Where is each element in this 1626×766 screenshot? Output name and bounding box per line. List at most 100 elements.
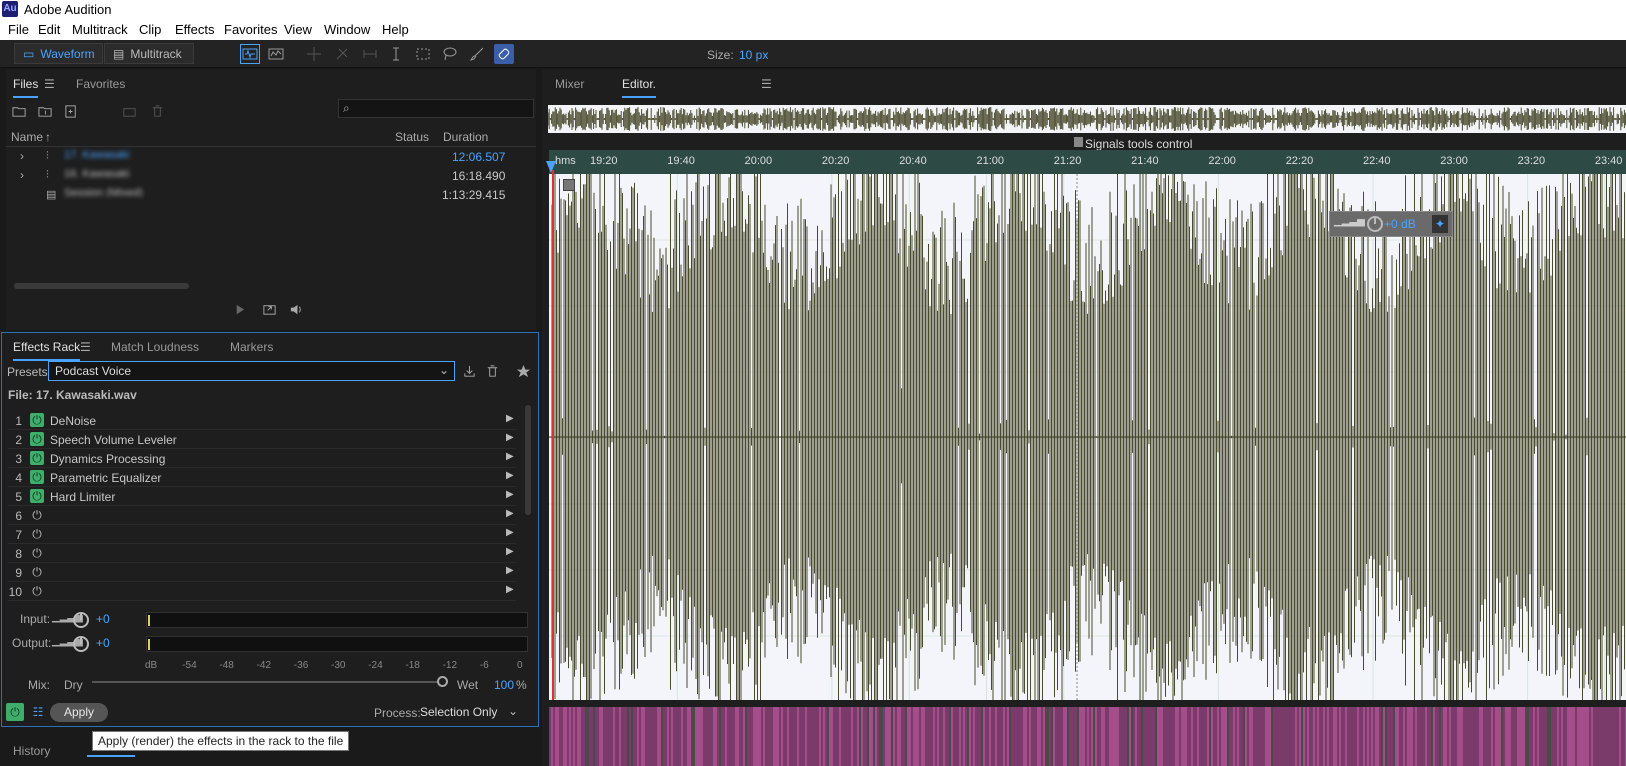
menu-view[interactable]: View bbox=[284, 22, 312, 37]
slot-power-icon[interactable]: ⏻ bbox=[30, 508, 44, 522]
slot-power-icon[interactable]: ⏻ bbox=[30, 413, 44, 427]
overview-waveform[interactable] bbox=[548, 105, 1626, 133]
slot-menu-arrow-icon[interactable]: ▶ bbox=[506, 546, 514, 557]
slot-menu-arrow-icon[interactable]: ▶ bbox=[506, 413, 514, 424]
presets-dropdown[interactable]: Podcast Voice ⌄ bbox=[48, 361, 455, 381]
output-gain-knob[interactable] bbox=[73, 636, 89, 652]
move-tool-icon[interactable] bbox=[304, 44, 324, 64]
column-duration[interactable]: Duration bbox=[443, 130, 488, 144]
menu-help[interactable]: Help bbox=[382, 22, 409, 37]
effect-slot[interactable]: 5 ⏻ Hard Limiter ▶ bbox=[8, 487, 516, 506]
files-menu-icon[interactable]: ☰ bbox=[44, 77, 55, 91]
column-status[interactable]: Status bbox=[395, 130, 429, 144]
file-row[interactable]: ▤ Session (Mixed) 1:13:29.415 bbox=[12, 185, 537, 204]
slot-menu-arrow-icon[interactable]: ▶ bbox=[506, 489, 514, 500]
slot-menu-arrow-icon[interactable]: ▶ bbox=[506, 565, 514, 576]
slot-power-icon[interactable]: ⏻ bbox=[30, 489, 44, 503]
signals-marker-icon[interactable] bbox=[1074, 137, 1083, 147]
tab-files[interactable]: Files bbox=[13, 77, 39, 98]
menu-favorites[interactable]: Favorites bbox=[224, 22, 277, 37]
spectral-frequency-display[interactable] bbox=[549, 707, 1626, 766]
spectral-view-icon[interactable] bbox=[266, 44, 286, 64]
slot-power-icon[interactable]: ⏻ bbox=[30, 584, 44, 598]
effect-slot[interactable]: 6 ⏻ ▶ bbox=[8, 506, 516, 525]
effect-slot[interactable]: 1 ⏻ DeNoise ▶ bbox=[8, 411, 516, 430]
autoplay-speaker-icon[interactable] bbox=[287, 300, 305, 318]
slot-power-icon[interactable]: ⏻ bbox=[30, 432, 44, 446]
menu-edit[interactable]: Edit bbox=[38, 22, 60, 37]
file-search-input[interactable]: ⌕ bbox=[338, 99, 534, 118]
waveform-mode-button[interactable]: ▭ Waveform bbox=[14, 43, 103, 64]
open-file-icon[interactable] bbox=[10, 102, 28, 120]
razor-tool-icon[interactable] bbox=[332, 44, 352, 64]
slot-power-icon[interactable]: ⏻ bbox=[30, 565, 44, 579]
output-gain-value[interactable]: +0 bbox=[96, 636, 110, 650]
effect-slot[interactable]: 4 ⏻ Parametric Equalizer ▶ bbox=[8, 468, 516, 487]
slot-menu-arrow-icon[interactable]: ▶ bbox=[506, 451, 514, 462]
apply-button[interactable]: Apply bbox=[50, 703, 108, 722]
slip-tool-icon[interactable] bbox=[360, 44, 380, 64]
effect-slot[interactable]: 7 ⏻ ▶ bbox=[8, 525, 516, 544]
effect-slot[interactable]: 2 ⏻ Speech Volume Leveler ▶ bbox=[8, 430, 516, 449]
tab-markers[interactable]: Markers bbox=[230, 340, 273, 354]
effects-menu-icon[interactable]: ☰ bbox=[80, 340, 91, 354]
wet-value[interactable]: 100 bbox=[494, 678, 514, 692]
effect-slot[interactable]: 9 ⏻ ▶ bbox=[8, 563, 516, 582]
mix-slider-handle[interactable] bbox=[437, 676, 448, 687]
menu-multitrack[interactable]: Multitrack bbox=[72, 22, 128, 37]
column-name[interactable]: Name bbox=[11, 130, 43, 144]
rack-power-icon[interactable]: ⏻ bbox=[6, 703, 24, 721]
menu-file[interactable]: File bbox=[8, 22, 29, 37]
effect-slot[interactable]: 3 ⏻ Dynamics Processing ▶ bbox=[8, 449, 516, 468]
input-gain-knob[interactable] bbox=[73, 612, 89, 628]
save-preset-icon[interactable] bbox=[460, 362, 478, 380]
tab-favorites[interactable]: Favorites bbox=[76, 77, 125, 91]
tab-mixer[interactable]: Mixer bbox=[555, 77, 584, 91]
tab-match-loudness[interactable]: Match Loudness bbox=[111, 340, 199, 354]
expand-icon[interactable]: › bbox=[20, 168, 24, 182]
editor-menu-icon[interactable]: ☰ bbox=[761, 77, 772, 91]
menu-clip[interactable]: Clip bbox=[139, 22, 161, 37]
slot-menu-arrow-icon[interactable]: ▶ bbox=[506, 432, 514, 443]
menu-effects[interactable]: Effects bbox=[175, 22, 215, 37]
tab-effects-rack[interactable]: Effects Rack bbox=[13, 340, 81, 361]
marquee-tool-icon[interactable] bbox=[413, 44, 433, 64]
slot-power-icon[interactable]: ⏻ bbox=[30, 527, 44, 541]
process-dropdown[interactable]: Selection Only ⌄ bbox=[416, 703, 522, 722]
waveform-view-icon[interactable] bbox=[240, 44, 260, 64]
mix-slider[interactable] bbox=[92, 681, 442, 683]
file-row[interactable]: › ⫶ 17. Kawasaki 12:06.507 bbox=[12, 147, 537, 166]
input-gain-value[interactable]: +0 bbox=[96, 612, 110, 626]
spot-healing-tool-icon[interactable] bbox=[494, 44, 514, 64]
file-row[interactable]: › ⫶ 16. Kawasaki 16:18.490 bbox=[12, 166, 537, 185]
new-file-icon[interactable] bbox=[62, 102, 80, 120]
slot-power-icon[interactable]: ⏻ bbox=[30, 470, 44, 484]
paintbrush-tool-icon[interactable] bbox=[467, 44, 487, 64]
tab-editor[interactable]: Editor. bbox=[622, 77, 657, 98]
multitrack-mode-button[interactable]: ▤ Multitrack bbox=[104, 43, 194, 64]
slot-power-icon[interactable]: ⏻ bbox=[30, 451, 44, 465]
import-file-icon[interactable] bbox=[36, 102, 54, 120]
tab-history[interactable]: History bbox=[13, 744, 50, 758]
insert-file-icon[interactable] bbox=[120, 102, 138, 120]
brush-size-value[interactable]: 10 px bbox=[739, 48, 768, 62]
timecode-toggle-icon[interactable] bbox=[563, 179, 575, 191]
show-effects-list-icon[interactable]: ☷ bbox=[29, 703, 47, 721]
delete-file-icon[interactable] bbox=[148, 102, 166, 120]
export-icon[interactable] bbox=[260, 300, 278, 318]
hud-volume-knob[interactable] bbox=[1367, 216, 1383, 232]
rack-scrollbar[interactable] bbox=[525, 405, 531, 515]
slot-power-icon[interactable]: ⏻ bbox=[30, 546, 44, 560]
expand-icon[interactable]: › bbox=[20, 149, 24, 163]
slot-menu-arrow-icon[interactable]: ▶ bbox=[506, 470, 514, 481]
slot-menu-arrow-icon[interactable]: ▶ bbox=[506, 527, 514, 538]
play-icon[interactable] bbox=[230, 300, 248, 318]
effect-slot[interactable]: 10 ⏻ ▶ bbox=[8, 582, 516, 601]
time-selection-tool-icon[interactable] bbox=[386, 44, 406, 64]
menu-window[interactable]: Window bbox=[324, 22, 370, 37]
horizontal-scrollbar[interactable] bbox=[14, 283, 189, 289]
pin-icon[interactable]: ✦ bbox=[1432, 215, 1448, 233]
effect-slot[interactable]: 8 ⏻ ▶ bbox=[8, 544, 516, 563]
delete-preset-icon[interactable] bbox=[483, 362, 501, 380]
slot-menu-arrow-icon[interactable]: ▶ bbox=[506, 508, 514, 519]
